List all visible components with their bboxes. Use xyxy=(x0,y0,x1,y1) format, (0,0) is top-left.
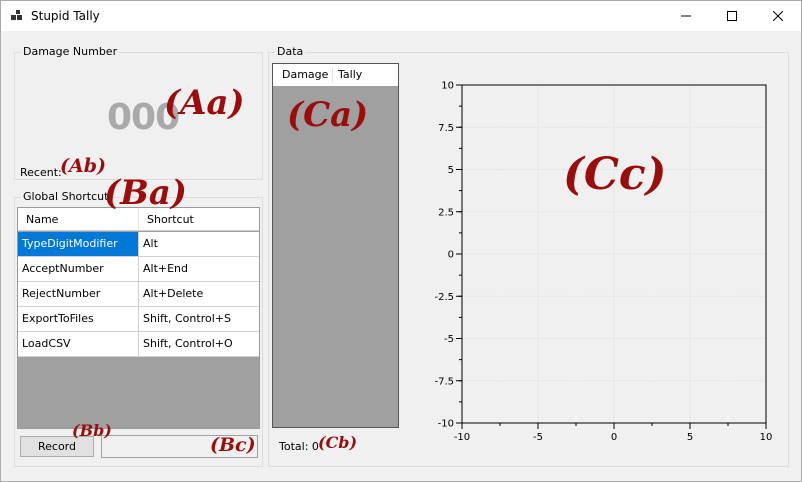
damage-number-legend: Damage Number xyxy=(21,45,120,58)
y-tick-label: -2.5 xyxy=(434,292,454,303)
window-title: Stupid Tally xyxy=(31,9,100,23)
column-header-damage[interactable]: Damage xyxy=(282,64,328,86)
shortcut-grid[interactable]: Name Shortcut TypeDigitModifier Alt Acce… xyxy=(17,207,260,429)
maximize-button[interactable] xyxy=(709,1,755,31)
y-tick-label: -5 xyxy=(444,334,454,345)
title-bar[interactable]: Stupid Tally xyxy=(1,1,801,31)
damage-tally-list-header: Damage Tally xyxy=(273,64,398,86)
shortcut-name-cell[interactable]: AcceptNumber xyxy=(18,257,139,281)
shortcut-name-cell[interactable]: LoadCSV xyxy=(18,332,139,356)
column-header-name[interactable]: Name xyxy=(18,208,58,231)
shortcut-key-cell[interactable]: Shift, Control+O xyxy=(139,332,259,356)
shortcut-key-cell[interactable]: Shift, Control+S xyxy=(139,307,259,331)
annotation-bb: (Bb) xyxy=(72,421,112,440)
total-label: Total: 0 xyxy=(279,440,319,453)
app-icon xyxy=(11,10,22,20)
column-divider xyxy=(332,68,333,82)
shortcut-key-cell[interactable]: Alt+End xyxy=(139,257,259,281)
shortcut-name-cell[interactable]: TypeDigitModifier xyxy=(18,232,139,256)
maximize-icon xyxy=(727,11,737,21)
table-row[interactable]: ExportToFiles Shift, Control+S xyxy=(18,307,259,332)
y-tick-label: 5 xyxy=(448,165,454,176)
x-tick-label: 0 xyxy=(611,432,617,443)
annotation-ba: (Ba) xyxy=(104,173,187,213)
close-icon xyxy=(773,11,783,21)
y-tick-label: 7.5 xyxy=(438,123,454,134)
recent-label: Recent: xyxy=(20,166,62,179)
shortcut-name-cell[interactable]: RejectNumber xyxy=(18,282,139,306)
shortcut-name-cell[interactable]: ExportToFiles xyxy=(18,307,139,331)
table-row[interactable]: LoadCSV Shift, Control+O xyxy=(18,332,259,357)
table-row[interactable]: TypeDigitModifier Alt xyxy=(18,232,259,257)
y-tick-label: 0 xyxy=(448,250,454,261)
annotation-cc: (Cc) xyxy=(563,149,667,200)
shortcut-key-cell[interactable]: Alt xyxy=(139,232,259,256)
global-shortcut-legend: Global Shortcut xyxy=(21,190,111,203)
annotation-ca: (Ca) xyxy=(287,95,369,135)
x-tick-label: -10 xyxy=(454,432,470,443)
y-tick-label: -10 xyxy=(438,419,454,430)
annotation-aa: (Aa) xyxy=(164,83,245,123)
shortcut-key-cell[interactable]: Alt+Delete xyxy=(139,282,259,306)
x-tick-label: 5 xyxy=(687,432,693,443)
y-tick-label: 2.5 xyxy=(438,207,454,218)
table-row[interactable]: AcceptNumber Alt+End xyxy=(18,257,259,282)
annotation-ab: (Ab) xyxy=(60,155,107,177)
y-tick-label: 10 xyxy=(441,81,454,92)
table-row[interactable]: RejectNumber Alt+Delete xyxy=(18,282,259,307)
x-tick-label: -5 xyxy=(533,432,543,443)
annotation-bc: (Bc) xyxy=(210,434,256,456)
annotation-cb: (Cb) xyxy=(318,433,358,452)
column-header-tally[interactable]: Tally xyxy=(338,64,362,86)
x-tick-label: 10 xyxy=(760,432,773,443)
app-window: Stupid Tally Damage Number 000 (Aa) Rece… xyxy=(0,0,802,482)
data-legend: Data xyxy=(275,45,306,58)
minimize-button[interactable] xyxy=(663,1,709,31)
minimize-icon xyxy=(681,15,691,17)
close-button[interactable] xyxy=(755,1,801,31)
scatter-plot[interactable]: -10 -5 0 5 10 10 7.5 5 2.5 0 -2.5 -5 -7.5 -10 xyxy=(416,76,786,446)
y-tick-label: -7.5 xyxy=(434,376,454,387)
